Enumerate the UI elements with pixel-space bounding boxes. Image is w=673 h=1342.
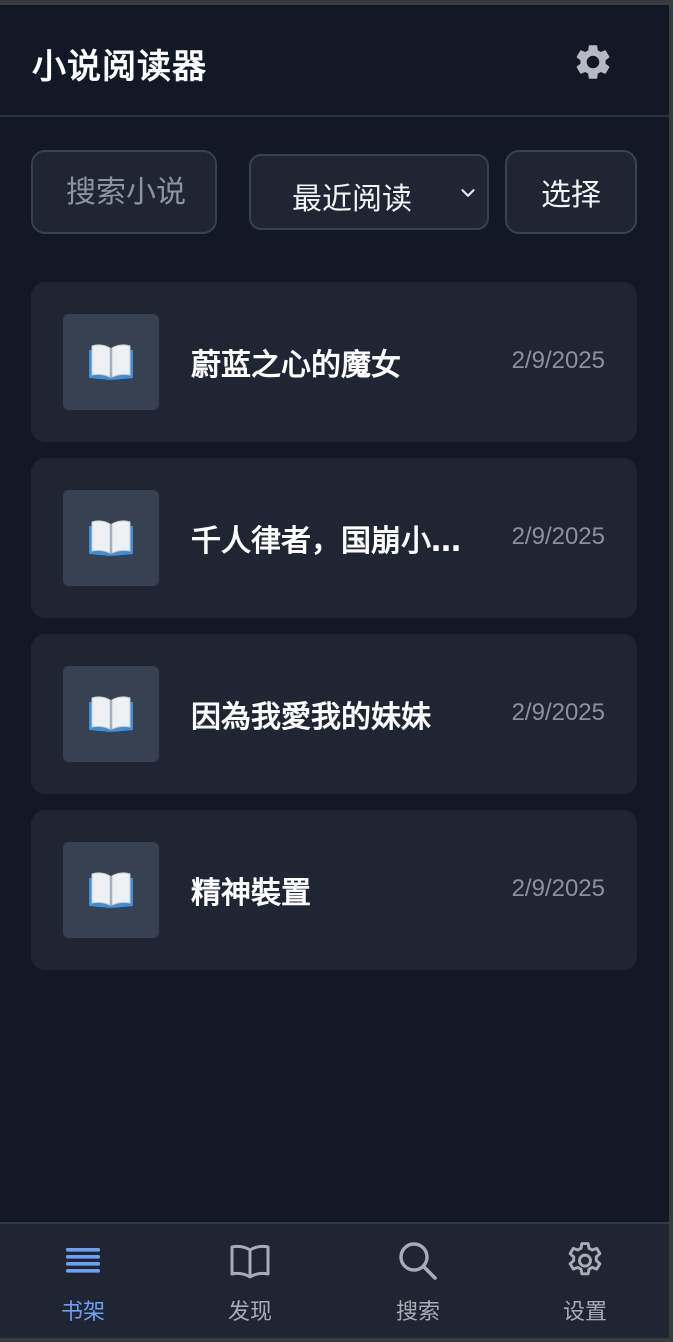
search-input[interactable] [31, 150, 217, 234]
nav-item-discover[interactable]: 发现 [190, 1224, 310, 1338]
book-cover [63, 314, 159, 410]
book-icon [89, 520, 133, 556]
app-window: 小说阅读器 最近阅读 选择 蔚蓝之心的魔女 2/9/2025 [0, 5, 669, 1338]
book-date: 2/9/2025 [511, 875, 605, 902]
nav-item-settings[interactable]: 设置 [525, 1224, 645, 1338]
gear-icon [568, 1242, 602, 1276]
book-card[interactable]: 精神裝置 2/9/2025 [31, 810, 637, 970]
sort-selected-value: 最近阅读 [292, 182, 412, 217]
gear-icon [576, 45, 610, 79]
book-card[interactable]: 蔚蓝之心的魔女 2/9/2025 [31, 282, 637, 442]
book-date: 2/9/2025 [511, 347, 605, 374]
book-card[interactable]: 千人律者，国崩小鸟游 2/9/2025 [31, 458, 637, 618]
book-title: 因為我愛我的妹妹 [191, 700, 431, 735]
bookshelf-icon [66, 1248, 100, 1273]
book-icon [89, 344, 133, 380]
nav-label: 设置 [562, 1300, 607, 1325]
nav-label: 搜索 [395, 1300, 440, 1325]
open-book-icon [230, 1244, 270, 1279]
book-cover [63, 490, 159, 586]
nav-label: 发现 [227, 1300, 272, 1325]
chevron-down-icon [461, 189, 475, 197]
book-date: 2/9/2025 [511, 523, 605, 550]
book-date: 2/9/2025 [511, 699, 605, 726]
search-icon [399, 1242, 437, 1280]
nav-item-bookshelf[interactable]: 书架 [23, 1224, 143, 1338]
app-header: 小说阅读器 [0, 5, 669, 117]
book-cover [63, 842, 159, 938]
sort-select[interactable]: 最近阅读 [249, 154, 489, 230]
book-card[interactable]: 因為我愛我的妹妹 2/9/2025 [31, 634, 637, 794]
book-cover [63, 666, 159, 762]
settings-button[interactable] [568, 37, 618, 87]
book-icon [89, 696, 133, 732]
select-button[interactable]: 选择 [505, 150, 637, 234]
screen-frame: 小说阅读器 最近阅读 选择 蔚蓝之心的魔女 2/9/2025 [0, 0, 673, 1342]
bottom-nav: 书架 发现 搜索 设置 [0, 1222, 669, 1338]
book-title: 蔚蓝之心的魔女 [191, 348, 401, 383]
app-title: 小说阅读器 [32, 47, 207, 87]
nav-item-search[interactable]: 搜索 [358, 1224, 478, 1338]
book-icon [89, 872, 133, 908]
book-title: 精神裝置 [191, 876, 311, 911]
nav-label: 书架 [60, 1300, 105, 1325]
book-title: 千人律者，国崩小鸟游 [191, 524, 481, 559]
